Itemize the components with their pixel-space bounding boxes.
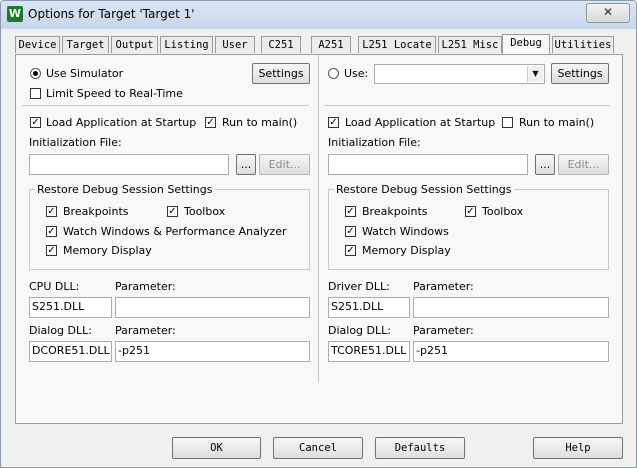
cpu-dll-label: CPU DLL: [29,280,80,293]
tab-c251[interactable]: C251 [261,36,301,53]
left-browse-button[interactable]: ... [236,154,256,175]
options-dialog: W Options for Target 'Target 1' ✕ Device… [0,0,637,468]
left-load-app-checkbox[interactable]: ✓ [30,117,41,128]
right-edit-button[interactable]: Edit... [558,154,609,175]
left-watch-windows-checkbox[interactable]: ✓ [46,226,57,237]
left-dialog-param-input[interactable]: -p251 [115,341,310,362]
simulator-settings-button[interactable]: Settings [252,63,310,84]
left-load-app-label: Load Application at Startup [46,116,197,129]
left-toolbox-label: Toolbox [184,205,226,218]
right-dialog-param-input[interactable]: -p251 [413,341,609,362]
left-init-file-input[interactable] [29,154,229,175]
right-load-app-checkbox[interactable]: ✓ [328,117,339,128]
left-run-to-main-label: Run to main() [222,116,298,129]
use-driver-radio[interactable] [328,68,339,79]
tab-output[interactable]: Output [111,36,158,53]
driver-dll-label: Driver DLL: [328,280,390,293]
right-divider [324,105,610,106]
left-memory-display-checkbox[interactable]: ✓ [46,245,57,256]
ok-button[interactable]: OK [172,437,261,459]
right-watch-windows-label: Watch Windows [362,225,449,238]
tab-target[interactable]: Target [62,36,109,53]
close-button[interactable]: ✕ [586,3,630,23]
use-simulator-label: Use Simulator [46,67,124,80]
left-dialog-dll-input[interactable]: DCORE51.DLL [29,341,112,362]
help-button[interactable]: Help [533,437,623,459]
driver-settings-button[interactable]: Settings [551,63,609,84]
right-toolbox-checkbox[interactable]: ✓ [465,206,476,217]
tab-listing[interactable]: Listing [160,36,213,53]
center-divider [318,55,319,383]
window-title: Options for Target 'Target 1' [28,7,195,21]
tab-user[interactable]: User [215,36,255,53]
right-init-file-input[interactable] [328,154,528,175]
left-restore-title: Restore Debug Session Settings [35,183,215,196]
left-breakpoints-checkbox[interactable]: ✓ [46,206,57,217]
tab-l251-locate[interactable]: L251 Locate [358,36,436,53]
right-memory-display-label: Memory Display [362,244,451,257]
use-driver-label: Use: [344,67,369,80]
tab-device[interactable]: Device [15,36,60,53]
left-divider [22,105,309,106]
title-bar: W Options for Target 'Target 1' ✕ [1,1,636,29]
driver-param-label: Parameter: [413,280,474,293]
right-restore-title: Restore Debug Session Settings [334,183,514,196]
right-load-app-label: Load Application at Startup [345,116,496,129]
tab-utilities[interactable]: Utilities [552,36,614,53]
right-memory-display-checkbox[interactable]: ✓ [345,245,356,256]
left-edit-button[interactable]: Edit... [259,154,310,175]
keil-app-icon: W [7,6,23,22]
limit-speed-checkbox[interactable] [30,88,41,99]
tab-a251[interactable]: A251 [311,36,351,53]
defaults-button[interactable]: Defaults [375,437,465,459]
right-init-file-label: Initialization File: [328,136,421,149]
cpu-param-label: Parameter: [115,280,176,293]
cancel-button[interactable]: Cancel [273,437,363,459]
left-memory-display-label: Memory Display [63,244,152,257]
right-run-to-main-checkbox[interactable] [502,117,513,128]
left-watch-windows-label: Watch Windows & Performance Analyzer [63,225,287,238]
right-dialog-dll-label: Dialog DLL: [328,324,391,337]
left-init-file-label: Initialization File: [29,136,122,149]
tab-l251-misc[interactable]: L251 Misc [438,36,502,53]
right-browse-button[interactable]: ... [535,154,555,175]
right-breakpoints-label: Breakpoints [362,205,428,218]
driver-param-input[interactable] [413,297,609,318]
right-breakpoints-checkbox[interactable]: ✓ [345,206,356,217]
debug-panel: Use Simulator Settings Limit Speed to Re… [15,54,623,424]
right-dialog-param-label: Parameter: [413,324,474,337]
tab-debug[interactable]: Debug [502,34,550,54]
driver-select[interactable]: ▼ [374,64,545,84]
limit-speed-label: Limit Speed to Real-Time [46,87,183,100]
chevron-down-icon[interactable]: ▼ [527,66,543,82]
left-toolbox-checkbox[interactable]: ✓ [167,206,178,217]
right-watch-windows-checkbox[interactable]: ✓ [345,226,356,237]
use-simulator-radio[interactable] [30,68,41,79]
left-dialog-param-label: Parameter: [115,324,176,337]
driver-dll-input[interactable]: S251.DLL [328,297,410,318]
right-run-to-main-label: Run to main() [519,116,595,129]
left-breakpoints-label: Breakpoints [63,205,129,218]
cpu-dll-input[interactable]: S251.DLL [29,297,112,318]
left-run-to-main-checkbox[interactable]: ✓ [205,117,216,128]
left-dialog-dll-label: Dialog DLL: [29,324,92,337]
right-toolbox-label: Toolbox [482,205,524,218]
cpu-param-input[interactable] [115,297,310,318]
right-dialog-dll-input[interactable]: TCORE51.DLL [328,341,410,362]
